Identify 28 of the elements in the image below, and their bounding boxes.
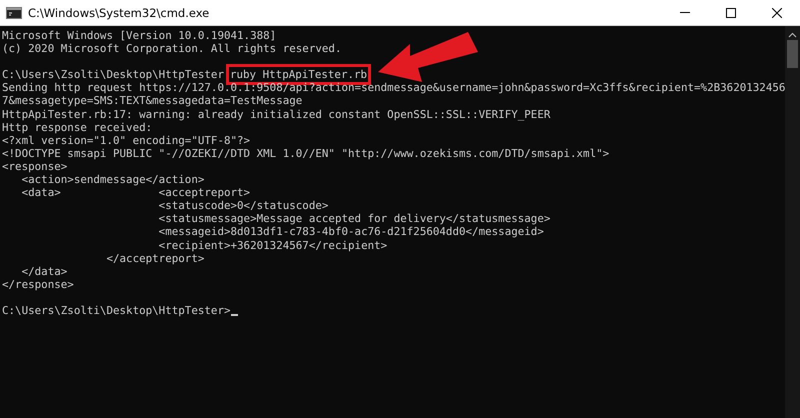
console-line: <data> <acceptreport> <box>20 186 250 200</box>
console-line: Microsoft Windows [Version 10.0.19041.388] <box>2 29 276 42</box>
console-line: <action>sendmessage</action> <box>20 173 204 186</box>
scroll-thumb[interactable] <box>787 40 798 68</box>
console-line: <?xml version="1.0" encoding="UTF-8"?> <box>2 134 250 147</box>
console-line: <response> <box>2 160 68 174</box>
scroll-up-icon[interactable] <box>788 32 797 38</box>
terminal-icon <box>6 6 22 18</box>
console-line: <messageid>8d013df1-c783-4bf0-ac76-d21f25604dd0</messageid> <box>158 225 544 238</box>
console-line: Sending http request https://127.0.0.1:9508/api?action=sendmessage&username=john&password=Xc3ffs&recipient=%2B3620132456 <box>2 81 785 94</box>
command-prompt: C:\Users\Zsolti\Desktop\HttpTester <box>2 68 224 82</box>
window-title: C:\Windows\System32\cmd.exe <box>28 6 210 20</box>
scrollbar[interactable] <box>785 26 800 418</box>
console-line: </acceptreport> <box>105 252 204 265</box>
console-line: <statuscode>0</statuscode> <box>158 199 328 212</box>
console-line: <!DOCTYPE smsapi PUBLIC "-//OZEKI//DTD XML 1.0//EN" "http://www.ozekisms.com/DTD/smsapi.xml"> <box>2 146 610 160</box>
console-line: <recipient>+36201324567</recipient> <box>158 238 388 252</box>
console-line: <statusmessage>Message accepted for delivery</statusmessage> <box>158 212 550 226</box>
console-line: </data> <box>20 264 68 278</box>
close-icon <box>772 8 782 18</box>
maximize-icon <box>726 8 736 18</box>
minimize-icon <box>680 12 690 13</box>
console-line: Http response received: <box>2 120 152 134</box>
console-line: </response> <box>2 278 74 291</box>
console-line: (c) 2020 Microsoft Corporation. All rights reserved. <box>2 42 342 56</box>
console-line: HttpApiTester.rb:17: warning: already initialized constant OpenSSL::SSL::VERIFY_PEER <box>2 108 550 121</box>
command-prompt: C:\Users\Zsolti\Desktop\HttpTester> <box>2 304 230 318</box>
console-line: 7&messagetype=SMS:TEXT&messagedata=TestMessage <box>2 94 302 108</box>
